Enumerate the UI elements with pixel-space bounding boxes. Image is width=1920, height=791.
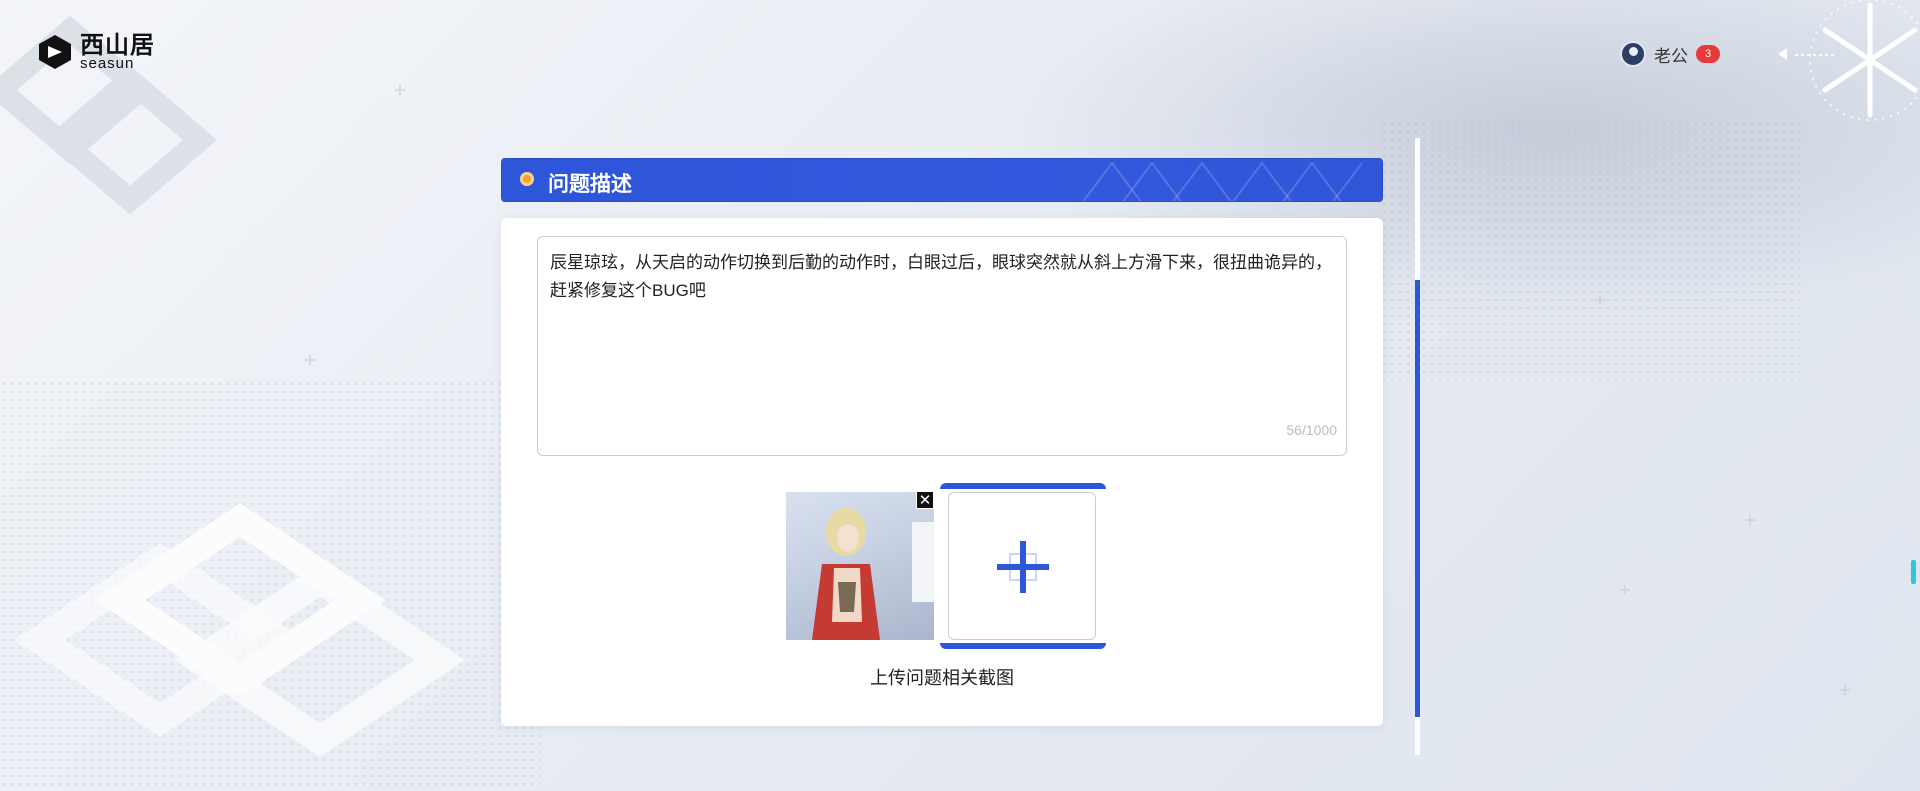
plus-icon: [997, 541, 1049, 593]
section-title: 问题描述: [548, 173, 632, 196]
notification-badge[interactable]: 3: [1696, 45, 1720, 63]
game-emblem-icon: [1795, 0, 1920, 121]
description-textarea[interactable]: 辰星琼玹，从天启的动作切换到后勤的动作时，白眼过后，眼球突然就从斜上方滑下来，很…: [537, 236, 1347, 456]
section-header: 问题描述: [501, 158, 1383, 202]
add-screenshot-button[interactable]: [940, 483, 1106, 649]
upload-drop-area[interactable]: [948, 492, 1096, 640]
screenshot-side-panel: [912, 522, 934, 602]
side-accent-bar: [1911, 560, 1916, 584]
user-menu[interactable]: 老公 3: [1620, 41, 1720, 67]
brand-name-cn: 西山居: [80, 31, 155, 59]
seasun-logo-icon: [39, 35, 71, 69]
arrow-left-icon[interactable]: [1778, 48, 1787, 60]
close-icon[interactable]: ✕: [916, 491, 934, 509]
uploaded-screenshot-thumbnail[interactable]: [786, 492, 934, 640]
brand-name-en: seasun: [80, 54, 135, 72]
upload-label: 上传问题相关截图: [870, 668, 1014, 688]
user-avatar-icon[interactable]: [1620, 41, 1646, 67]
issue-form-card: 辰星琼玹，从天启的动作切换到后勤的动作时，白眼过后，眼球突然就从斜上方滑下来，很…: [501, 218, 1383, 726]
brand-wordmark: 西山居 seasun: [80, 31, 155, 72]
scrollbar-thumb[interactable]: [1415, 280, 1420, 717]
header-pattern-decoration: [1082, 161, 1363, 201]
brand-logo[interactable]: 西山居 seasun: [36, 33, 155, 71]
screenshot-image: [812, 508, 880, 640]
char-counter: 56/1000: [1286, 422, 1337, 438]
bullet-dot-icon: [520, 172, 534, 186]
username[interactable]: 老公: [1654, 42, 1688, 67]
